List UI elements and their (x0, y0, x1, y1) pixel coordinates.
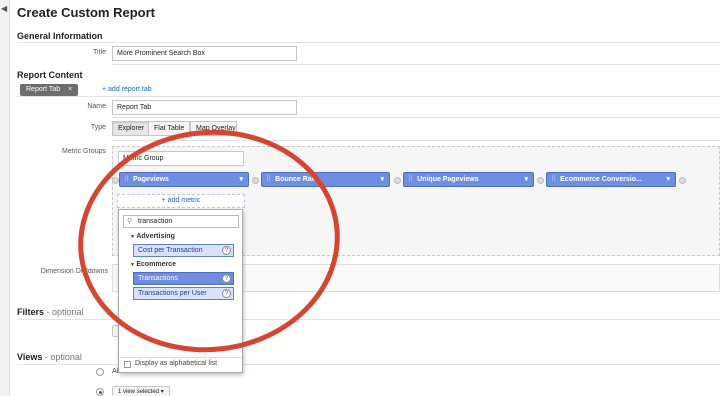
filters-optional: - optional (46, 307, 84, 317)
drag-handle-icon[interactable]: ⠿ (551, 176, 556, 183)
row-divider (112, 117, 720, 118)
report-content-heading: Report Content (17, 70, 83, 80)
row-divider (112, 64, 720, 65)
view-selector-label: 1 view selected (118, 389, 160, 395)
general-info-heading: General Information (17, 31, 103, 41)
chevron-down-icon: ▾ (160, 389, 164, 395)
one-view-radio[interactable] (96, 388, 104, 396)
section-divider (17, 96, 720, 97)
name-label: Name (87, 103, 106, 110)
chip-connector (537, 177, 544, 184)
alphabetical-list-label: Display as alphabetical list (135, 360, 218, 367)
report-tab-label: Report Tab (26, 86, 61, 93)
page-title: Create Custom Report (17, 5, 155, 20)
type-explorer-button[interactable]: Explorer (112, 121, 151, 136)
alphabetical-list-checkbox[interactable] (124, 361, 131, 368)
name-input[interactable]: Report Tab (112, 100, 297, 115)
view-selector-button[interactable]: 1 view selected ▾ (112, 386, 170, 396)
chip-connector (394, 177, 401, 184)
filters-heading: Filters - optional (17, 307, 84, 317)
title-input[interactable]: More Prominent Search Box (112, 46, 297, 61)
report-tab-pill[interactable]: Report Tab × (20, 84, 79, 96)
metric-chip-label: Ecommerce Conversio... (560, 176, 642, 183)
dropdown-divider (119, 357, 242, 358)
metric-chip-unique-pageviews[interactable]: ⠿ Unique Pageviews ▾ (403, 172, 534, 187)
close-icon[interactable]: × (68, 86, 72, 93)
all-views-radio[interactable] (96, 368, 104, 376)
views-optional: - optional (44, 352, 82, 362)
views-heading: Views - optional (17, 352, 82, 362)
metric-chip-label: Unique Pageviews (417, 176, 479, 183)
drag-handle-icon[interactable]: ⠿ (408, 176, 413, 183)
metric-chip-ecommerce-conversion[interactable]: ⠿ Ecommerce Conversio... ▾ (546, 172, 676, 187)
metric-groups-label: Metric Groups (62, 148, 106, 155)
collapse-arrow-icon[interactable]: ◀ (1, 4, 7, 13)
section-divider (17, 42, 720, 43)
side-collapse-strip[interactable]: ◀ (0, 0, 10, 396)
type-label: Type (90, 124, 106, 131)
chevron-down-icon[interactable]: ▾ (666, 173, 670, 186)
chevron-down-icon[interactable]: ▾ (380, 173, 384, 186)
filters-title: Filters (17, 307, 45, 317)
chevron-down-icon[interactable]: ▾ (524, 173, 528, 186)
views-title: Views (17, 352, 43, 362)
chip-connector (679, 177, 686, 184)
title-label: Title (93, 49, 106, 56)
add-report-tab-link[interactable]: + add report tab (102, 86, 152, 93)
